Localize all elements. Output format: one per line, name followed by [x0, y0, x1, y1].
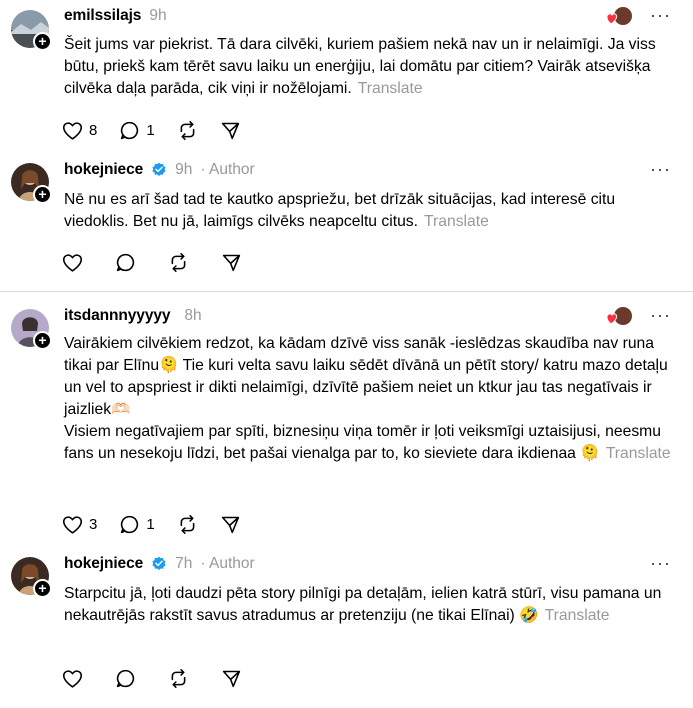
share-button[interactable]	[220, 514, 241, 535]
username[interactable]: hokejniece	[64, 161, 143, 179]
username[interactable]: emilssilajs	[64, 7, 141, 25]
like-button[interactable]	[62, 669, 83, 689]
follow-plus-icon[interactable]: +	[33, 185, 52, 204]
heart-icon	[62, 515, 83, 534]
post-time: 9h	[149, 7, 167, 24]
post-text-paragraph-2: Visiem negatīvajiem par spīti, biznesiņu…	[64, 423, 661, 462]
repost-icon	[180, 514, 195, 535]
more-icon[interactable]: ···	[650, 306, 671, 324]
like-count: 8	[89, 122, 98, 139]
repost-button[interactable]	[177, 514, 198, 535]
share-button[interactable]	[221, 668, 242, 689]
share-button[interactable]	[221, 252, 242, 273]
author-tag: · Author	[200, 161, 255, 178]
more-icon[interactable]: ···	[650, 554, 671, 572]
send-icon	[221, 122, 239, 140]
reply-count: 1	[146, 122, 155, 139]
comment-icon	[121, 515, 139, 534]
reply-button[interactable]	[115, 668, 136, 689]
repost-icon	[171, 252, 186, 273]
send-icon	[222, 254, 241, 272]
translate-link[interactable]: Translate	[545, 607, 610, 624]
post-time: 9h	[175, 161, 193, 178]
send-icon	[222, 670, 241, 688]
follow-plus-icon[interactable]: +	[33, 579, 52, 598]
translate-link[interactable]: Translate	[606, 445, 671, 462]
liked-by-author-icon	[605, 306, 633, 328]
more-icon[interactable]: ···	[650, 6, 671, 24]
send-icon	[221, 516, 239, 534]
repost-button[interactable]	[177, 120, 198, 141]
like-button[interactable]: 3	[62, 515, 97, 535]
like-button[interactable]: 8	[62, 121, 97, 141]
comment-icon	[116, 253, 135, 272]
translate-link[interactable]: Translate	[358, 80, 423, 97]
post-time: 7h	[175, 555, 193, 572]
comment-icon	[121, 121, 139, 140]
verified-badge-icon	[152, 162, 166, 176]
repost-button[interactable]	[168, 668, 189, 689]
post-text-paragraph-1: Vairākiem cilvēkiem redzot, ka kādam dzī…	[64, 335, 668, 418]
like-count: 3	[89, 516, 98, 533]
comment-icon	[116, 669, 135, 688]
follow-plus-icon[interactable]: +	[33, 331, 52, 350]
translate-link[interactable]: Translate	[424, 213, 489, 230]
liked-by-author-icon	[605, 6, 633, 28]
heart-icon	[62, 669, 83, 688]
share-button[interactable]	[220, 120, 241, 141]
username[interactable]: itsdannnyyyyy	[64, 307, 170, 325]
reply-button[interactable]: 1	[119, 514, 155, 535]
heart-icon	[62, 253, 83, 272]
repost-icon	[180, 120, 195, 141]
thread-divider	[0, 291, 693, 292]
reply-count: 1	[146, 516, 155, 533]
reply-button[interactable]: 1	[119, 120, 155, 141]
heart-icon	[62, 121, 83, 140]
follow-plus-icon[interactable]: +	[33, 32, 52, 51]
author-tag: · Author	[200, 555, 255, 572]
like-button[interactable]	[62, 253, 83, 273]
post-time: 8h	[184, 307, 202, 324]
more-icon[interactable]: ···	[650, 160, 671, 178]
post-text: Nē nu es arī šad tad te kautko apspriežu…	[64, 191, 616, 230]
repost-button[interactable]	[168, 252, 189, 273]
verified-badge-icon	[152, 556, 166, 570]
repost-icon	[171, 668, 186, 689]
reply-button[interactable]	[115, 252, 136, 273]
username[interactable]: hokejniece	[64, 555, 143, 573]
